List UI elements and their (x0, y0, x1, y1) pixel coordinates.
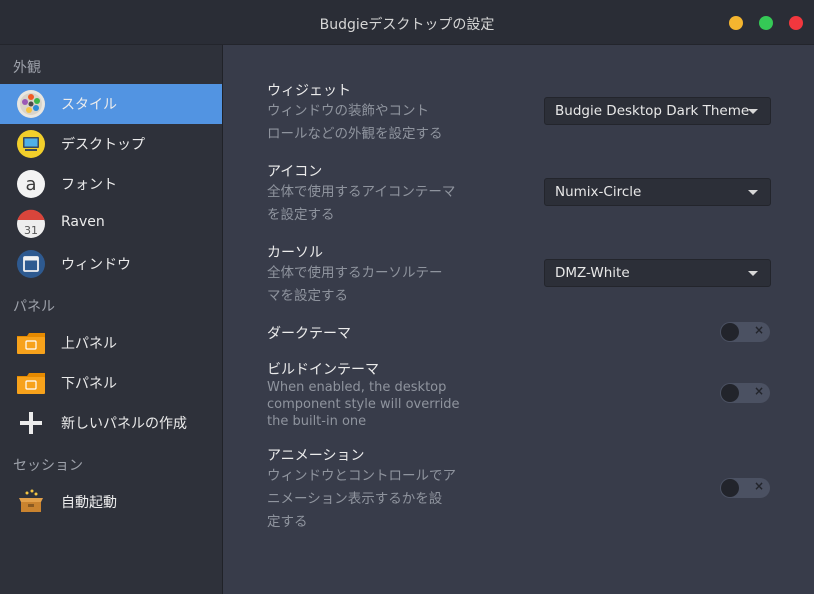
widget-theme-dropdown[interactable]: Budgie Desktop Dark Theme (544, 97, 771, 125)
switch-knob (721, 384, 739, 402)
section-label-session: セッション (13, 458, 83, 474)
window-title: Budgieデスクトップの設定 (319, 17, 495, 33)
sidebar-item-label: デスクトップ (61, 137, 145, 153)
sidebar-item-label: 自動起動 (61, 495, 117, 511)
svg-text:31: 31 (24, 224, 38, 237)
desc-line: マを設定する (267, 288, 348, 304)
sidebar-item-create-panel[interactable]: 新しいパネルの作成 (0, 403, 222, 443)
minimize-button[interactable] (729, 16, 743, 30)
sidebar-item-style[interactable]: スタイル (0, 84, 222, 124)
plus-icon (20, 412, 42, 434)
style-palette-icon (17, 90, 45, 118)
off-x-icon: × (753, 384, 764, 398)
desc-line: ニメーション表示するかを設 (267, 491, 443, 507)
maximize-button[interactable] (759, 16, 773, 30)
icon-theme-dropdown[interactable]: Numix-Circle (544, 178, 771, 206)
close-button[interactable] (789, 16, 803, 30)
desktop-icon (17, 130, 45, 158)
builtin-theme-description: When enabled, the desktop component styl… (267, 379, 477, 430)
cursor-title: カーソル (267, 245, 323, 261)
animation-title: アニメーション (267, 448, 365, 464)
cursor-theme-dropdown[interactable]: DMZ-White (544, 259, 771, 287)
animation-description: ウィンドウとコントロールでア ニメーション表示するかを設 定する (267, 465, 477, 534)
sidebar-item-label: フォント (61, 177, 117, 193)
sidebar-item-label: 上パネル (61, 336, 117, 352)
chevron-down-icon (748, 271, 758, 276)
sidebar-item-autostart[interactable]: 自動起動 (0, 482, 222, 522)
widget-description: ウィンドウの装飾やコント ロールなどの外観を設定する (267, 100, 477, 146)
switch-knob (721, 479, 739, 497)
sidebar-item-label: 下パネル (61, 376, 117, 392)
sidebar-item-desktop[interactable]: デスクトップ (0, 124, 222, 164)
sidebar-item-top-panel[interactable]: 上パネル (0, 323, 222, 363)
sidebar: 外観 スタイル デスクトップ a フォント 31 Raven ウィンドウ パネル… (0, 45, 223, 594)
title-bar: Budgieデスクトップの設定 (0, 0, 814, 45)
animation-switch[interactable]: × (720, 478, 770, 498)
off-x-icon: × (753, 479, 764, 493)
widget-title: ウィジェット (267, 83, 351, 99)
builtin-theme-switch[interactable]: × (720, 383, 770, 403)
folder-panel-icon (17, 373, 45, 394)
desc-line: 全体で使用するアイコンテーマ (267, 184, 456, 200)
desc-line: を設定する (267, 207, 335, 223)
desc-line: When enabled, the desktop (267, 380, 447, 395)
dark-theme-title: ダークテーマ (267, 326, 351, 342)
sidebar-item-font[interactable]: a フォント (0, 164, 222, 204)
section-label-panels: パネル (13, 299, 55, 315)
desc-line: 全体で使用するカーソルテー (267, 265, 443, 281)
builtin-theme-title: ビルドインテーマ (267, 362, 379, 378)
dropdown-value: DMZ-White (555, 265, 630, 281)
switch-knob (721, 323, 739, 341)
section-label-appearance: 外観 (13, 60, 41, 76)
icon-description: 全体で使用するアイコンテーマ を設定する (267, 181, 477, 227)
dropdown-value: Numix-Circle (555, 184, 642, 200)
dark-theme-switch[interactable]: × (720, 322, 770, 342)
desc-line: ロールなどの外観を設定する (267, 126, 443, 142)
sidebar-item-label: スタイル (61, 97, 117, 113)
cursor-description: 全体で使用するカーソルテー マを設定する (267, 262, 477, 308)
desc-line: component style will override (267, 397, 460, 412)
font-icon: a (17, 170, 45, 198)
desc-line: the built-in one (267, 414, 367, 429)
autostart-box-icon (19, 489, 43, 512)
icon-title: アイコン (267, 164, 323, 180)
sidebar-item-window[interactable]: ウィンドウ (0, 244, 222, 284)
calendar-icon: 31 (17, 209, 45, 238)
folder-panel-icon (17, 333, 45, 354)
sidebar-item-raven[interactable]: 31 Raven (0, 204, 222, 244)
desc-line: 定する (267, 514, 308, 530)
dropdown-value: Budgie Desktop Dark Theme (555, 103, 750, 119)
off-x-icon: × (753, 323, 764, 337)
sidebar-item-label: Raven (61, 214, 105, 230)
desc-line: ウィンドウとコントロールでア (267, 468, 456, 484)
sidebar-item-bottom-panel[interactable]: 下パネル (0, 363, 222, 403)
sidebar-item-label: 新しいパネルの作成 (61, 416, 187, 432)
window-icon (17, 250, 45, 278)
chevron-down-icon (748, 190, 758, 195)
sidebar-item-label: ウィンドウ (61, 257, 131, 273)
svg-text:a: a (25, 174, 36, 195)
desc-line: ウィンドウの装飾やコント (267, 103, 429, 119)
chevron-down-icon (748, 109, 758, 114)
